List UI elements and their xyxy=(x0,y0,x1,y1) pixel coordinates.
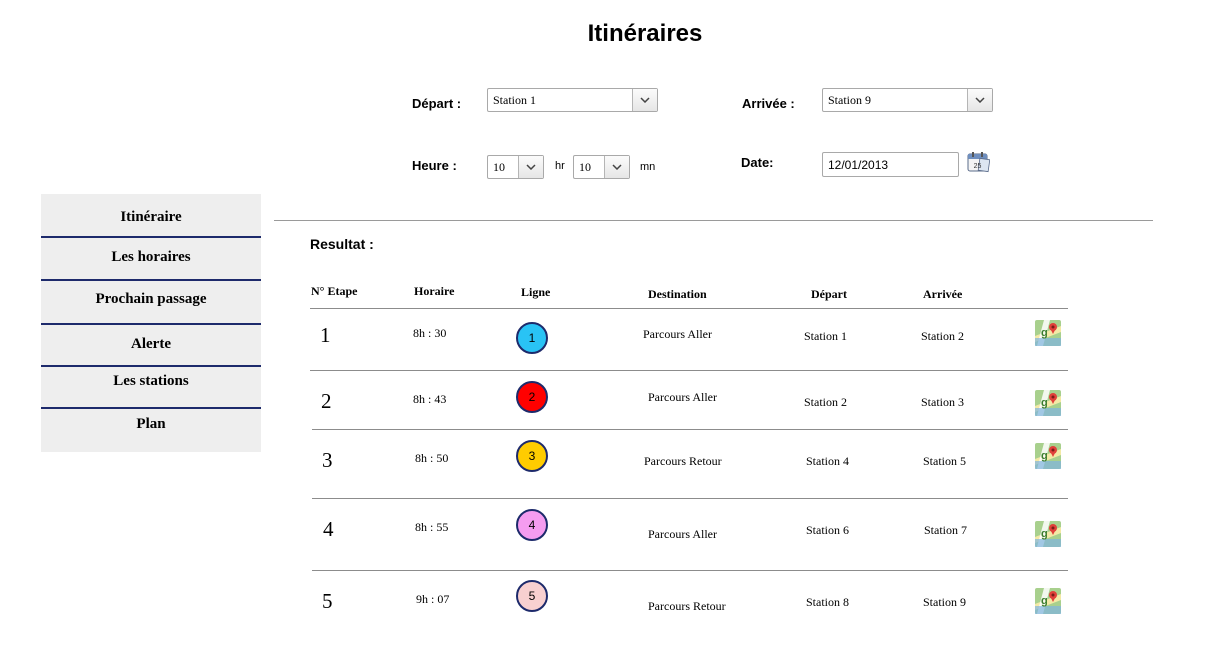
depart-cell: Station 8 xyxy=(806,595,850,609)
sidebar-nav: Itinéraire Les horaires Prochain passage… xyxy=(41,194,261,452)
result-label: Resultat : xyxy=(310,236,374,252)
arrivee-label: Arrivée : xyxy=(742,96,795,111)
destination-cell: Parcours Retour xyxy=(644,454,722,468)
date-input[interactable]: 12/01/2013 xyxy=(822,152,959,177)
google-maps-icon[interactable]: g xyxy=(1035,588,1061,614)
arrivee-cell: Station 7 xyxy=(924,523,968,537)
col-header-depart: Départ xyxy=(811,287,847,301)
row-divider xyxy=(312,570,1068,571)
minute-select-value: 10 xyxy=(579,159,591,174)
line-badge-number: 1 xyxy=(528,331,536,345)
svg-text:g: g xyxy=(1041,528,1048,540)
section-divider xyxy=(274,220,1153,221)
sidebar-item-horaires[interactable]: Les horaires xyxy=(41,249,261,266)
line-badge: 4 xyxy=(516,509,548,541)
line-badge: 3 xyxy=(516,440,548,472)
depart-label: Départ : xyxy=(412,96,462,111)
nav-divider xyxy=(41,323,261,325)
arrivee-cell: Station 3 xyxy=(921,395,965,409)
depart-cell: Station 1 xyxy=(804,329,848,343)
arrivee-select-value: Station 9 xyxy=(828,92,872,107)
sidebar-item-plan[interactable]: Plan xyxy=(41,416,261,433)
row-divider xyxy=(312,498,1068,499)
chevron-down-icon[interactable] xyxy=(967,89,992,111)
line-badge-number: 4 xyxy=(528,518,536,532)
arrivee-cell: Station 2 xyxy=(921,329,965,343)
google-maps-icon[interactable]: g xyxy=(1035,390,1061,416)
destination-cell: Parcours Aller xyxy=(643,327,712,341)
nav-divider xyxy=(41,365,261,367)
svg-text:g: g xyxy=(1041,450,1048,462)
nav-divider xyxy=(41,236,261,238)
row-divider xyxy=(312,429,1068,430)
depart-cell: Station 2 xyxy=(804,395,848,409)
col-header-destination: Destination xyxy=(648,287,707,301)
horaire-cell: 8h : 50 xyxy=(415,451,449,465)
step-number: 3 xyxy=(322,448,333,472)
destination-cell: Parcours Retour xyxy=(648,599,726,613)
sidebar-item-itineraire[interactable]: Itinéraire xyxy=(41,209,261,226)
calendar-day: 25 xyxy=(974,163,982,170)
arrivee-select[interactable]: Station 9 xyxy=(822,88,993,112)
destination-cell: Parcours Aller xyxy=(648,527,717,541)
hour-unit: hr xyxy=(555,160,565,172)
col-header-etape: N° Etape xyxy=(311,284,358,298)
col-header-arrivee: Arrivée xyxy=(923,287,963,301)
horaire-cell: 8h : 43 xyxy=(413,392,447,406)
horaire-cell: 9h : 07 xyxy=(416,592,450,606)
google-maps-icon[interactable]: g xyxy=(1035,320,1061,346)
destination-cell: Parcours Aller xyxy=(648,390,717,404)
step-number: 5 xyxy=(322,589,333,613)
chevron-down-icon[interactable] xyxy=(518,156,543,178)
horaire-cell: 8h : 30 xyxy=(413,326,447,340)
step-number: 2 xyxy=(321,389,332,413)
line-badge: 5 xyxy=(516,580,548,612)
step-number: 4 xyxy=(323,517,334,541)
google-maps-icon[interactable]: g xyxy=(1035,521,1061,547)
svg-text:g: g xyxy=(1041,327,1048,339)
step-number: 1 xyxy=(320,323,331,347)
heure-label: Heure : xyxy=(412,158,457,173)
chevron-down-icon[interactable] xyxy=(632,89,657,111)
col-header-horaire: Horaire xyxy=(414,284,455,298)
date-label: Date: xyxy=(741,155,774,170)
sidebar-item-prochain-passage[interactable]: Prochain passage xyxy=(41,291,261,308)
hour-select-value: 10 xyxy=(493,159,505,174)
minute-unit: mn xyxy=(640,161,656,173)
sidebar-item-stations[interactable]: Les stations xyxy=(41,373,261,390)
line-badge-number: 3 xyxy=(528,449,536,463)
arrivee-cell: Station 9 xyxy=(923,595,967,609)
svg-text:g: g xyxy=(1041,397,1048,409)
nav-divider xyxy=(41,407,261,409)
depart-cell: Station 4 xyxy=(806,454,850,468)
date-input-value: 12/01/2013 xyxy=(828,157,889,172)
row-divider xyxy=(310,370,1068,371)
nav-divider xyxy=(41,279,261,281)
sidebar-item-alerte[interactable]: Alerte xyxy=(41,336,261,353)
col-header-ligne: Ligne xyxy=(521,285,551,299)
line-badge: 1 xyxy=(516,322,548,354)
horaire-cell: 8h : 55 xyxy=(415,520,449,534)
depart-select-value: Station 1 xyxy=(493,92,537,107)
depart-cell: Station 6 xyxy=(806,523,850,537)
hour-select[interactable]: 10 xyxy=(487,155,544,179)
row-divider xyxy=(310,308,1068,309)
page-title: Itinéraires xyxy=(587,20,703,47)
chevron-down-icon[interactable] xyxy=(604,156,629,178)
depart-select[interactable]: Station 1 xyxy=(487,88,658,112)
calendar-icon[interactable]: 25 xyxy=(966,151,991,173)
line-badge-number: 5 xyxy=(528,589,536,603)
minute-select[interactable]: 10 xyxy=(573,155,630,179)
google-maps-icon[interactable]: g xyxy=(1035,443,1061,469)
line-badge-number: 2 xyxy=(528,390,536,404)
svg-text:g: g xyxy=(1041,595,1048,607)
arrivee-cell: Station 5 xyxy=(923,454,967,468)
line-badge: 2 xyxy=(516,381,548,413)
